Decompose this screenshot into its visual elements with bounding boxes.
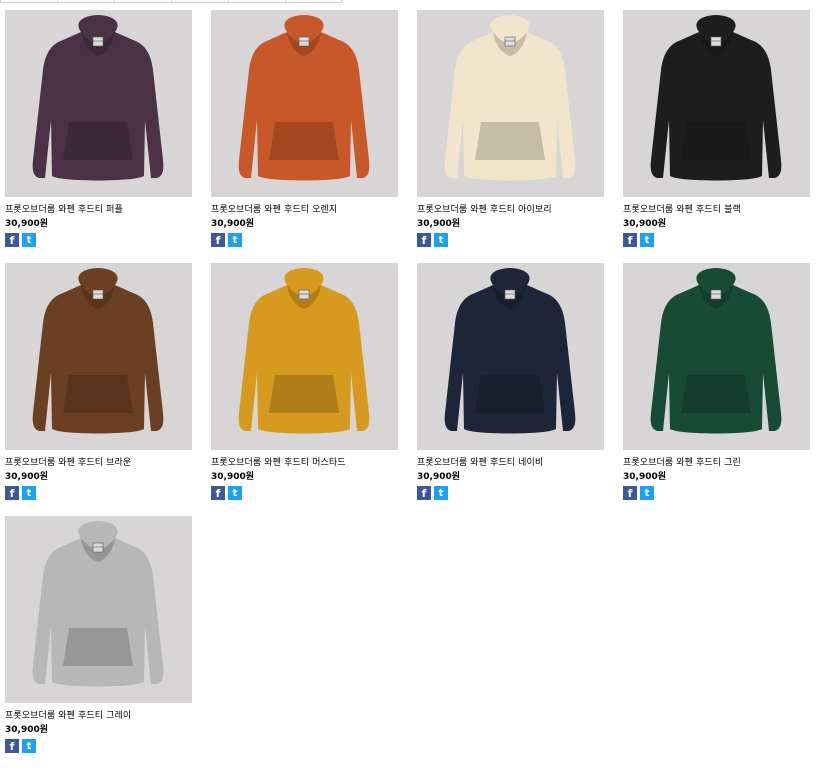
twitter-icon[interactable]: t [434,233,448,247]
product-card: 프롯오브더룸 와펜 후드티 아이보리 30,900원 f t [417,10,604,247]
twitter-icon[interactable]: t [22,233,36,247]
share-buttons: f t [417,233,604,247]
top-tab-strip [0,0,342,3]
product-image-link[interactable] [5,10,192,197]
product-image-link[interactable] [623,263,810,450]
product-card: 프롯오브더룸 와펜 후드티 브라운 30,900원 f t [5,263,192,500]
hoodie-image [32,521,164,687]
product-card: 프롯오브더룸 와펜 후드티 머스타드 30,900원 f t [211,263,398,500]
product-name[interactable]: 프롯오브더룸 와펜 후드티 그레이 [5,710,192,722]
product-price: 30,900원 [211,472,255,482]
product-price: 30,900원 [417,219,461,229]
twitter-icon[interactable]: t [22,739,36,753]
product-card: 프롯오브더룸 와펜 후드티 그린 30,900원 f t [623,263,810,500]
product-image-link[interactable] [5,516,192,703]
facebook-icon[interactable]: f [5,233,19,247]
twitter-icon[interactable]: t [434,486,448,500]
share-buttons: f t [623,233,810,247]
twitter-icon[interactable]: t [640,486,654,500]
share-buttons: f t [211,486,398,500]
twitter-icon[interactable]: t [228,233,242,247]
product-price: 30,900원 [5,219,49,229]
hoodie-image [444,268,576,434]
share-buttons: f t [5,486,192,500]
hoodie-image [650,268,782,434]
facebook-icon[interactable]: f [211,486,225,500]
product-name[interactable]: 프롯오브더룸 와펜 후드티 머스타드 [211,457,398,469]
facebook-icon[interactable]: f [417,486,431,500]
product-card: 프롯오브더룸 와펜 후드티 퍼플 30,900원 f t [5,10,192,247]
product-card: 프롯오브더룸 와펜 후드티 오렌지 30,900원 f t [211,10,398,247]
product-image-link[interactable] [623,10,810,197]
product-price: 30,900원 [5,472,49,482]
product-image-link[interactable] [417,263,604,450]
product-price: 30,900원 [623,219,667,229]
share-buttons: f t [623,486,810,500]
facebook-icon[interactable]: f [623,233,637,247]
twitter-icon[interactable]: t [640,233,654,247]
share-buttons: f t [5,233,192,247]
twitter-icon[interactable]: t [228,486,242,500]
hoodie-image [32,15,164,181]
product-card: 프롯오브더룸 와펜 후드티 그레이 30,900원 f t [5,516,192,753]
product-price: 30,900원 [5,725,49,735]
share-buttons: f t [417,486,604,500]
product-price: 30,900원 [417,472,461,482]
product-price: 30,900원 [623,472,667,482]
share-buttons: f t [5,739,192,753]
product-image-link[interactable] [211,263,398,450]
product-name[interactable]: 프롯오브더룸 와펜 후드티 블랙 [623,204,810,216]
product-image-link[interactable] [211,10,398,197]
hoodie-image [238,15,370,181]
hoodie-image [650,15,782,181]
product-name[interactable]: 프롯오브더룸 와펜 후드티 오렌지 [211,204,398,216]
twitter-icon[interactable]: t [22,486,36,500]
facebook-icon[interactable]: f [623,486,637,500]
product-name[interactable]: 프롯오브더룸 와펜 후드티 그린 [623,457,810,469]
facebook-icon[interactable]: f [5,486,19,500]
product-card: 프롯오브더룸 와펜 후드티 블랙 30,900원 f t [623,10,810,247]
product-image-link[interactable] [5,263,192,450]
product-name[interactable]: 프롯오브더룸 와펜 후드티 아이보리 [417,204,604,216]
facebook-icon[interactable]: f [417,233,431,247]
hoodie-image [32,268,164,434]
product-image-link[interactable] [417,10,604,197]
share-buttons: f t [211,233,398,247]
hoodie-image [444,15,576,181]
product-name[interactable]: 프롯오브더룸 와펜 후드티 퍼플 [5,204,192,216]
facebook-icon[interactable]: f [211,233,225,247]
product-price: 30,900원 [211,219,255,229]
product-name[interactable]: 프롯오브더룸 와펜 후드티 네이비 [417,457,604,469]
facebook-icon[interactable]: f [5,739,19,753]
product-name[interactable]: 프롯오브더룸 와펜 후드티 브라운 [5,457,192,469]
product-card: 프롯오브더룸 와펜 후드티 네이비 30,900원 f t [417,263,604,500]
hoodie-image [238,268,370,434]
